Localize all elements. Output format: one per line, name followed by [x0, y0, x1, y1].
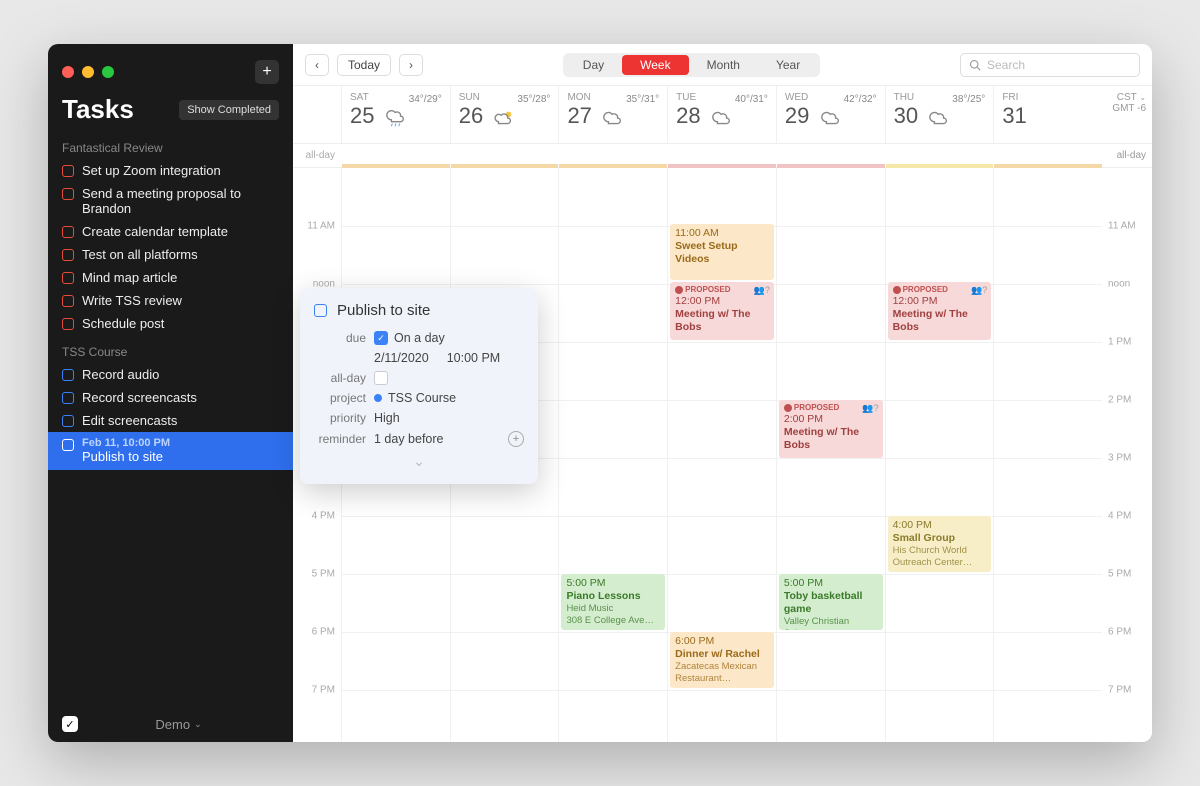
task-item[interactable]: Test on all platforms [48, 243, 293, 266]
popover-title[interactable]: Publish to site [337, 302, 430, 319]
task-item[interactable]: Record screencasts [48, 386, 293, 409]
task-checkbox[interactable] [62, 369, 74, 381]
next-button[interactable]: › [399, 54, 423, 76]
task-popover: Publish to site due ✓On a day 2/11/20201… [300, 288, 538, 484]
allday-checkbox[interactable] [374, 371, 388, 385]
calendar-event[interactable]: 5:00 PMToby basketball gameValley Christ… [779, 574, 883, 630]
task-item[interactable]: Schedule post [48, 312, 293, 335]
calendar-event[interactable]: 11:00 AMSweet Setup Videos [670, 224, 774, 280]
calendar-event[interactable]: PROPOSED12:00 PMMeeting w/ The Bobs👥? [888, 282, 992, 340]
task-item[interactable]: Send a meeting proposal to Brandon [48, 182, 293, 220]
task-checkbox[interactable] [62, 392, 74, 404]
account-picker[interactable]: Demo⌄ [155, 717, 201, 732]
task-checkbox[interactable] [62, 272, 74, 284]
day-header[interactable]: 35°/31°MON27 [558, 86, 667, 143]
task-item[interactable]: Edit screencasts [48, 409, 293, 432]
today-button[interactable]: Today [337, 54, 391, 76]
allday-row: all-day all-day [293, 144, 1152, 168]
due-checkbox[interactable]: ✓ [374, 331, 388, 345]
zoom-icon[interactable] [102, 66, 114, 78]
allday-label-right: all-day [1102, 144, 1152, 167]
calendar-event[interactable]: PROPOSED2:00 PMMeeting w/ The Bobs👥? [779, 400, 883, 458]
app-window: + Tasks Show Completed Fantastical Revie… [48, 44, 1152, 742]
task-checkbox[interactable] [62, 439, 74, 451]
allday-label-left: all-day [293, 150, 341, 161]
weather-icon [711, 107, 733, 135]
day-header[interactable]: 42°/32°WED29 [776, 86, 885, 143]
sidebar-footer: ✓ Demo⌄ [48, 706, 293, 742]
task-checkbox[interactable] [62, 188, 74, 200]
project-name[interactable]: TSS Course [388, 391, 456, 405]
task-item[interactable]: Mind map article [48, 266, 293, 289]
weather-icon [928, 107, 950, 135]
tasks-toggle-icon[interactable]: ✓ [62, 716, 78, 732]
attendees-icon: 👥? [862, 403, 878, 414]
reminder-value[interactable]: 1 day before [374, 432, 444, 446]
calendar-event[interactable]: 4:00 PMSmall GroupHis Church World Outre… [888, 516, 992, 572]
due-time[interactable]: 10:00 PM [447, 351, 501, 365]
day-header[interactable]: FRI31 [993, 86, 1102, 143]
sidebar-title: Tasks [62, 94, 134, 125]
window-controls: + [48, 44, 293, 86]
day-header-row: 34°/29°SAT2535°/28°SUN2635°/31°MON2740°/… [293, 86, 1152, 144]
task-checkbox[interactable] [62, 249, 74, 261]
add-button[interactable]: + [255, 60, 279, 84]
view-segmented: DayWeekMonthYear [563, 53, 820, 77]
task-item[interactable]: Write TSS review [48, 289, 293, 312]
calendar-event[interactable]: 6:00 PMDinner w/ RachelZacatecas Mexican… [670, 632, 774, 688]
search-input[interactable]: Search [960, 53, 1140, 77]
prev-button[interactable]: ‹ [305, 54, 329, 76]
weather-icon [385, 107, 407, 135]
show-completed-button[interactable]: Show Completed [179, 100, 279, 120]
minimize-icon[interactable] [82, 66, 94, 78]
task-checkbox[interactable] [62, 318, 74, 330]
task-item[interactable]: Feb 11, 10:00 PMPublish to site [48, 432, 293, 470]
task-item[interactable]: Create calendar template [48, 220, 293, 243]
calendar-event[interactable]: PROPOSED12:00 PMMeeting w/ The Bobs👥? [670, 282, 774, 340]
view-day[interactable]: Day [565, 55, 622, 75]
time-gutter-right: 11 AMnoon1 PM2 PM3 PM4 PM5 PM6 PM7 PM8 P… [1102, 168, 1152, 742]
priority-value[interactable]: High [374, 411, 400, 425]
calendar-event[interactable]: 5:00 PMPiano LessonsHeid Music308 E Coll… [561, 574, 665, 630]
day-header[interactable]: 35°/28°SUN26 [450, 86, 559, 143]
close-icon[interactable] [62, 66, 74, 78]
project-color-icon [374, 394, 382, 402]
task-group-header: TSS Course [48, 335, 293, 363]
task-checkbox[interactable] [62, 165, 74, 177]
view-week[interactable]: Week [622, 55, 688, 75]
weather-icon [493, 107, 515, 135]
toolbar: ‹ Today › DayWeekMonthYear Search [293, 44, 1152, 86]
add-reminder-button[interactable]: + [508, 431, 524, 447]
timezone-picker[interactable]: CST ⌄GMT -6 [1102, 86, 1152, 143]
task-checkbox[interactable] [62, 415, 74, 427]
view-month[interactable]: Month [689, 55, 758, 75]
task-checkbox[interactable] [62, 295, 74, 307]
day-header[interactable]: 38°/25°THU30 [885, 86, 994, 143]
sidebar: + Tasks Show Completed Fantastical Revie… [48, 44, 293, 742]
attendees-icon: 👥? [971, 285, 987, 296]
attendees-icon: 👥? [754, 285, 770, 296]
search-icon [969, 59, 981, 71]
task-checkbox[interactable] [62, 226, 74, 238]
task-checkbox[interactable] [314, 304, 327, 317]
task-item[interactable]: Set up Zoom integration [48, 159, 293, 182]
weather-icon [820, 107, 842, 135]
task-item[interactable]: Record audio [48, 363, 293, 386]
weather-icon [602, 107, 624, 135]
day-header[interactable]: 34°/29°SAT25 [341, 86, 450, 143]
expand-icon[interactable]: ⌄ [314, 453, 524, 470]
view-year[interactable]: Year [758, 55, 818, 75]
day-header[interactable]: 40°/31°TUE28 [667, 86, 776, 143]
task-group-header: Fantastical Review [48, 131, 293, 159]
due-date[interactable]: 2/11/2020 [374, 351, 429, 365]
